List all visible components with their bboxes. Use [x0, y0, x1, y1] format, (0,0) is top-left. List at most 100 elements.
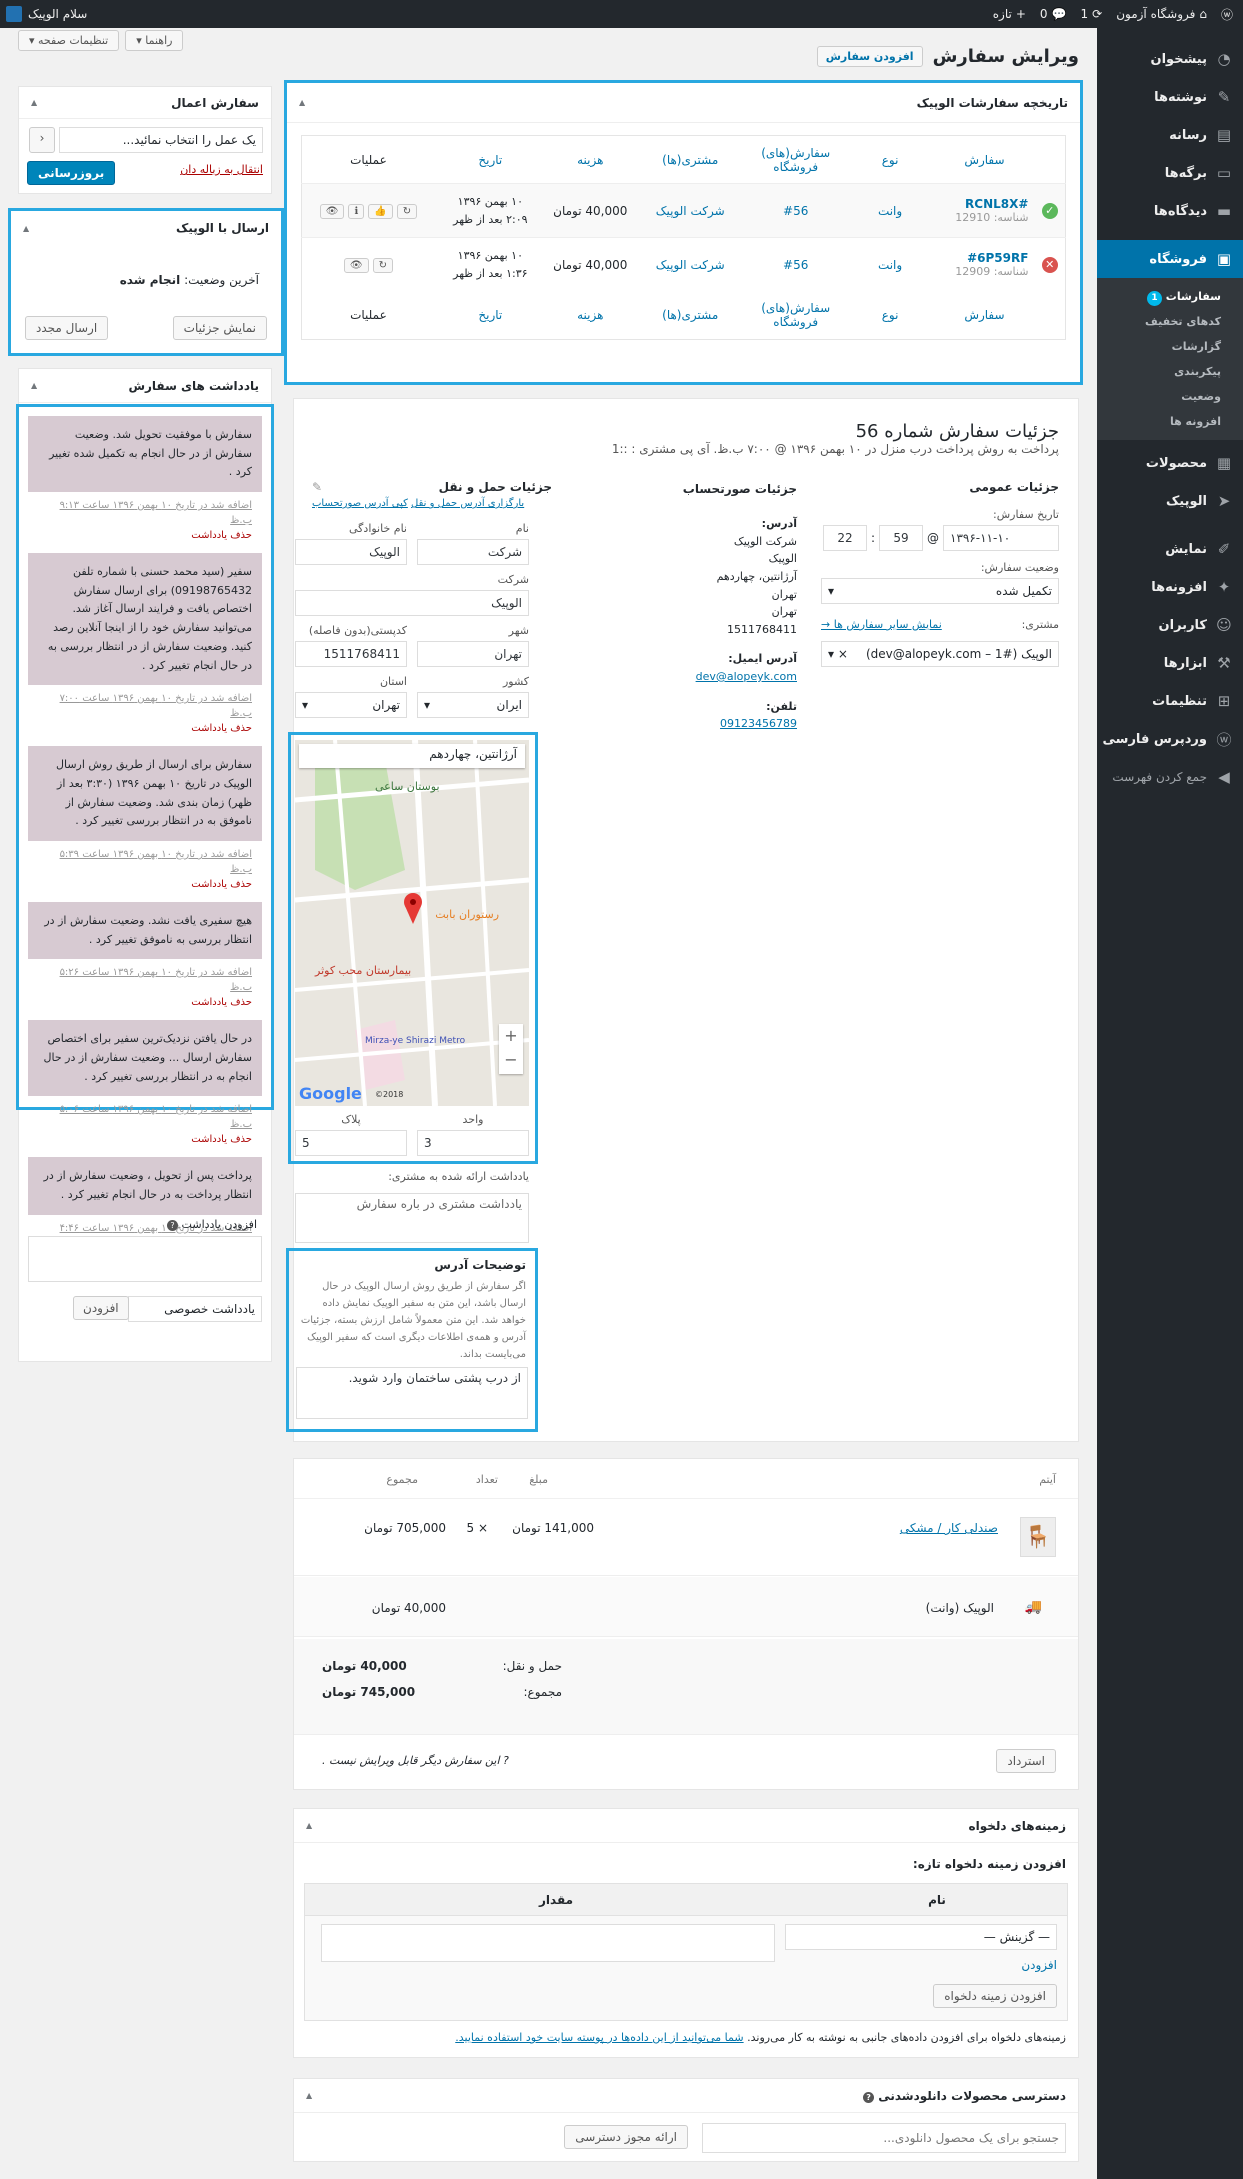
copy-billing-address-link[interactable]: کپی آدرس صورتحساب	[312, 498, 408, 509]
column-header[interactable]: نوع	[846, 292, 935, 340]
add-note-textarea[interactable]	[28, 1236, 262, 1282]
customer-select[interactable]: الوپیک (#1 – dev@alopeyk.com) × ▾	[821, 641, 1059, 667]
zoom-controls[interactable]: + −	[499, 1024, 523, 1074]
show-details-button[interactable]: نمایش جزئیات	[172, 316, 267, 340]
update-button[interactable]: بروزرسانی	[27, 161, 116, 185]
submenu-settings[interactable]: پیکربندی	[1097, 359, 1243, 384]
toggle-icon[interactable]: ▲	[306, 1821, 312, 1830]
new-content-link[interactable]: + تازه	[993, 7, 1026, 21]
submenu-reports[interactable]: گزارشات	[1097, 334, 1243, 359]
map-search-input[interactable]: آرژانتین، چهاردهم	[299, 744, 525, 768]
column-header[interactable]: سفارش	[934, 292, 1034, 340]
sidebar-item-settings[interactable]: ⊞ تنظیمات	[1097, 682, 1243, 720]
apply-action-button[interactable]: ‹	[29, 127, 55, 153]
sidebar-item-box[interactable]: ▦ محصولات	[1097, 444, 1243, 482]
last-name-input[interactable]: الوپیک	[295, 539, 407, 565]
view-icon[interactable]: 👁	[319, 203, 345, 219]
order-hour-input[interactable]: 22	[822, 525, 867, 551]
address-description-textarea[interactable]: از درب پشتی ساختمان وارد شوید.	[296, 1367, 528, 1419]
column-header[interactable]: مشتری(ها)	[635, 292, 746, 340]
sidebar-item-comment[interactable]: ▬ دیدگاه‌ها	[1097, 192, 1243, 230]
first-name-input[interactable]: شرکت	[417, 539, 529, 565]
product-link[interactable]: صندلی کار / مشکی	[900, 1521, 998, 1535]
toggle-icon[interactable]: ▲	[31, 381, 37, 390]
shop-order-link[interactable]: #56	[746, 238, 846, 292]
refresh-icon[interactable]: ↻	[372, 257, 393, 273]
edit-pencil-icon[interactable]: ✎	[312, 480, 322, 494]
download-search-input[interactable]: جستجو برای یک محصول دانلودی...	[702, 2123, 1066, 2153]
sidebar-item-users[interactable]: ☺ کاربران	[1097, 606, 1243, 644]
add-note-button[interactable]: افزودن	[73, 1296, 129, 1320]
column-header[interactable]: سفارش(های) فروشگاه	[746, 292, 846, 340]
sidebar-item-brush[interactable]: ✐ نمایش	[1097, 530, 1243, 568]
delete-note-link[interactable]: حذف یادداشت	[191, 997, 252, 1008]
location-map[interactable]: آرژانتین، چهاردهم بوستان ساعی رستوران با…	[295, 740, 529, 1106]
resend-button[interactable]: ارسال مجدد	[25, 316, 109, 340]
toggle-icon[interactable]: ▲	[31, 98, 37, 107]
user-avatar[interactable]	[6, 6, 22, 22]
custom-field-value[interactable]	[321, 1924, 775, 1962]
city-input[interactable]: تهران	[417, 641, 529, 667]
screen-options-tab[interactable]: تنظیمات صفحه ▾	[18, 30, 120, 51]
sidebar-item-shop[interactable]: ▣ فروشگاه	[1097, 240, 1243, 278]
custom-field-select[interactable]: — گزینش —	[785, 1924, 1057, 1950]
toggle-icon[interactable]: ▲	[306, 2091, 312, 2100]
greeting[interactable]: سلام الوپیک	[28, 7, 87, 21]
company-input[interactable]: الوپیک	[295, 590, 529, 616]
load-shipping-address-link[interactable]: بارگزاری آدرس حمل و نقل	[411, 498, 524, 509]
sidebar-item-media[interactable]: ▤ رسانه	[1097, 116, 1243, 154]
submenu-extensions[interactable]: افزونه ها	[1097, 409, 1243, 434]
alopeyk-order-code[interactable]: #6P59RF	[934, 251, 1028, 265]
alopeyk-order-code[interactable]: #RCNL8X	[934, 197, 1028, 211]
sidebar-item-dashboard[interactable]: ◔ پیشخوان	[1097, 40, 1243, 78]
customer-note-textarea[interactable]: یادداشت مشتری در باره سفارش	[295, 1193, 529, 1243]
column-header[interactable]: نوع	[846, 136, 935, 184]
column-header[interactable]: سفارش(های) فروشگاه	[746, 136, 846, 184]
delete-note-link[interactable]: حذف یادداشت	[191, 1134, 252, 1145]
sidebar-item-pin[interactable]: ✎ نوشته‌ها	[1097, 78, 1243, 116]
add-order-button[interactable]: افزودن سفارش	[816, 46, 923, 67]
add-custom-field-button[interactable]: افزودن زمینه دلخواه	[933, 1984, 1057, 2008]
refresh-icon[interactable]: ↻	[396, 203, 418, 219]
thumbs-up-icon[interactable]: 👍	[368, 203, 393, 219]
order-type[interactable]: وانت	[846, 184, 935, 238]
column-header[interactable]: هزینه	[546, 136, 635, 184]
note-type-select[interactable]: یادداشت خصوصی	[128, 1296, 262, 1322]
order-minute-input[interactable]: 59	[879, 525, 923, 551]
sidebar-item-page[interactable]: ▭ برگه‌ها	[1097, 154, 1243, 192]
custom-fields-doc-link[interactable]: شما می‌توانید از این داده‌ها در پوسته سا…	[455, 2031, 743, 2044]
delete-note-link[interactable]: حذف یادداشت	[191, 723, 252, 734]
info-icon[interactable]: ℹ	[348, 203, 365, 219]
site-name-link[interactable]: ⌂ فروشگاه آزمون	[1116, 7, 1207, 21]
sidebar-item-alopeyk[interactable]: ➤ الوپیک	[1097, 482, 1243, 520]
column-header[interactable]: تاریخ	[435, 292, 546, 340]
updates-link[interactable]: ⟳ 1	[1080, 7, 1102, 21]
other-orders-link[interactable]: نمایش سایر سفارش ها →	[821, 618, 942, 635]
toggle-icon[interactable]: ▲	[299, 98, 305, 107]
postcode-input[interactable]: 1511768411	[295, 641, 407, 667]
comments-link[interactable]: 💬 0	[1040, 7, 1067, 21]
sidebar-item-tools[interactable]: ⚒ ابزارها	[1097, 644, 1243, 682]
submenu-orders[interactable]: سفارشات 1	[1097, 284, 1243, 309]
customer-link[interactable]: شرکت الوپیک	[635, 238, 746, 292]
toggle-icon[interactable]: ▲	[23, 224, 29, 233]
order-status-select[interactable]: تکمیل شده ▾	[821, 578, 1059, 604]
column-header[interactable]: مشتری(ها)	[635, 136, 746, 184]
sidebar-item-plugin[interactable]: ✦ افزونه‌ها	[1097, 568, 1243, 606]
plaque-input[interactable]: 5	[295, 1130, 407, 1156]
customer-link[interactable]: شرکت الوپیک	[635, 184, 746, 238]
delete-note-link[interactable]: حذف یادداشت	[191, 879, 252, 890]
shop-order-link[interactable]: #56	[746, 184, 846, 238]
unit-input[interactable]: 3	[417, 1130, 529, 1156]
order-date-input[interactable]: ۱۳۹۶-۱۱-۱۰	[943, 525, 1059, 551]
state-select[interactable]: تهران ▾	[295, 692, 407, 718]
column-header[interactable]: سفارش	[934, 136, 1034, 184]
billing-email[interactable]: dev@alopeyk.com	[637, 668, 797, 686]
grant-access-button[interactable]: ارائه مجوز دسترسی	[564, 2125, 688, 2149]
wp-logo-icon[interactable]: ⓦ	[1221, 6, 1233, 23]
refund-button[interactable]: استرداد	[996, 1749, 1056, 1773]
column-header[interactable]: هزینه	[546, 292, 635, 340]
order-type[interactable]: وانت	[846, 238, 935, 292]
submenu-status[interactable]: وضعیت	[1097, 384, 1243, 409]
move-to-trash-link[interactable]: انتقال به زباله دان	[180, 163, 263, 176]
